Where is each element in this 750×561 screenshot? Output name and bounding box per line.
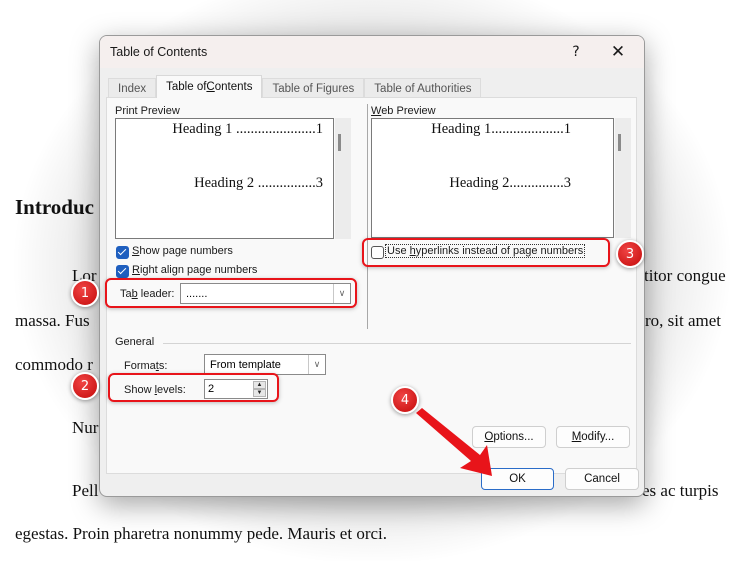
general-group-line — [163, 343, 631, 344]
annotation-badge-1: 1 — [71, 279, 99, 307]
scrollbar-thumb[interactable] — [618, 134, 621, 151]
tab-table-of-figures[interactable]: Table of Figures — [262, 78, 365, 98]
annotation-badge-2: 2 — [71, 372, 99, 400]
general-group-label: General — [115, 336, 155, 348]
right-align-page-numbers-label[interactable]: Right align page numbers — [132, 264, 257, 276]
tab-table-of-authorities[interactable]: Table of Authorities — [364, 78, 482, 98]
show-page-numbers-label[interactable]: Show page numbers — [132, 245, 233, 257]
doc-line-2-right: ro, sit amet — [645, 311, 722, 330]
doc-line-5-right: es ac turpis — [642, 481, 719, 500]
annotation-highlight-hyperlinks — [362, 238, 610, 267]
chevron-down-icon[interactable]: ∨ — [308, 355, 325, 374]
annotation-badge-3: 3 — [616, 240, 644, 268]
web-preview-box: Heading 1....................1 Heading 2… — [371, 118, 614, 238]
modify-button[interactable]: Modify... — [556, 426, 630, 448]
scrollbar-thumb[interactable] — [338, 134, 341, 151]
print-preview-scrollbar[interactable] — [335, 118, 351, 239]
doc-line-4-left: Nur — [72, 418, 99, 437]
annotation-badge-4: 4 — [391, 386, 419, 414]
annotation-highlight-show-levels — [108, 373, 279, 402]
print-preview-entry-1: Heading 1 ......................1 — [172, 121, 323, 137]
web-preview-entry-2: Heading 2...............3 — [449, 175, 571, 191]
web-preview-label: Web Preview — [371, 105, 436, 117]
formats-dropdown[interactable]: From template ∨ — [204, 354, 326, 375]
cancel-button[interactable]: Cancel — [565, 468, 639, 490]
print-preview-label: Print Preview — [115, 105, 180, 117]
dialog-tabs: Index Table of Contents Table of Figures… — [108, 75, 482, 98]
close-icon[interactable]: ✕ — [608, 42, 628, 62]
web-preview-entry-1: Heading 1....................1 — [431, 121, 571, 137]
doc-line-2-left: massa. Fus — [15, 311, 90, 330]
formats-value: From template — [210, 358, 281, 371]
right-align-page-numbers-checkbox[interactable] — [116, 265, 129, 278]
print-preview-box: Heading 1 ......................1 Headin… — [115, 118, 334, 239]
dialog-title: Table of Contents — [110, 45, 208, 59]
tab-table-of-contents[interactable]: Table of Contents — [156, 75, 263, 98]
doc-line-1-right: titor congue — [644, 266, 726, 285]
options-button[interactable]: Options... — [472, 426, 546, 448]
doc-line-5-left: Pell — [72, 481, 99, 500]
annotation-highlight-tab-leader — [105, 278, 357, 308]
formats-label: Formats: — [124, 360, 168, 372]
column-divider — [367, 104, 368, 329]
print-preview-entry-2: Heading 2 ................3 — [194, 175, 323, 191]
ok-button[interactable]: OK — [481, 468, 554, 490]
doc-line-6: egestas. Proin pharetra nonummy pede. Ma… — [15, 524, 388, 543]
document-heading: Introduc — [15, 195, 94, 219]
web-preview-scrollbar[interactable] — [615, 118, 631, 238]
show-page-numbers-checkbox[interactable] — [116, 246, 129, 259]
help-button[interactable]: ? — [566, 44, 586, 60]
dialog-titlebar: Table of Contents ? ✕ — [100, 36, 644, 68]
tab-index[interactable]: Index — [108, 78, 157, 98]
